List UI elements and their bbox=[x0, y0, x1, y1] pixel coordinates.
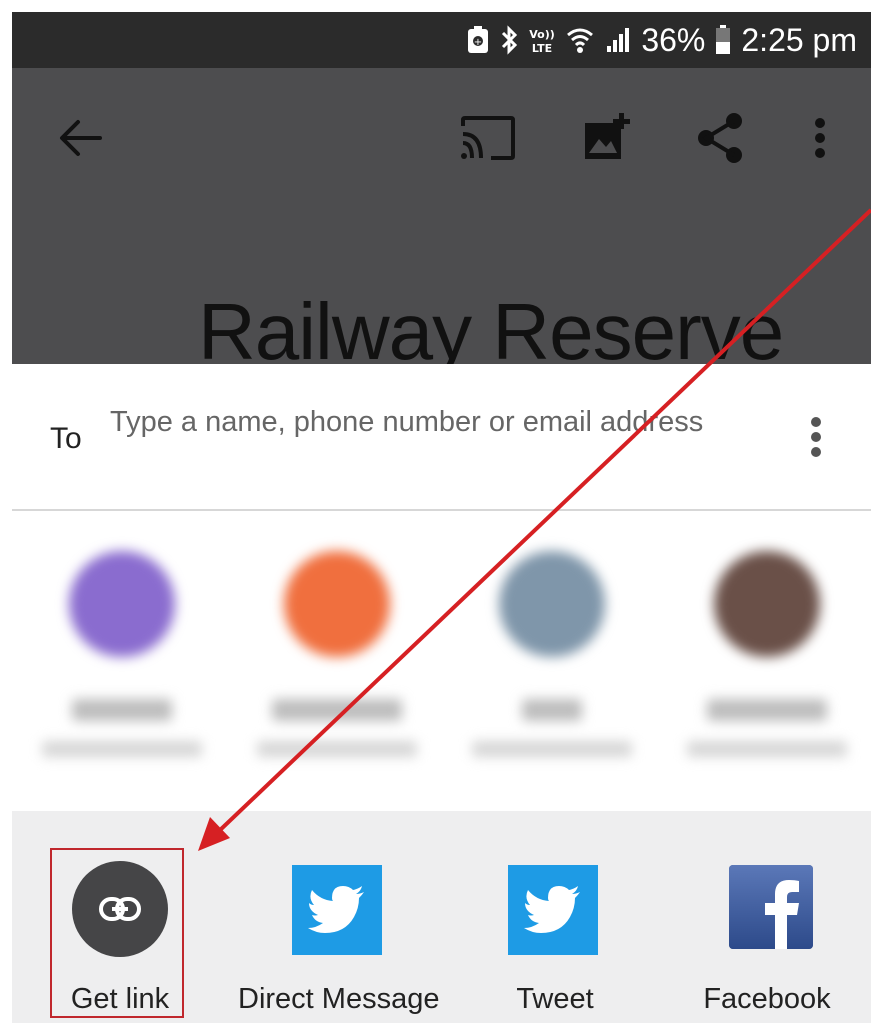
app-bar: Railway Reserve bbox=[12, 68, 871, 364]
svg-text:LTE: LTE bbox=[532, 42, 552, 55]
twitter-icon bbox=[508, 865, 598, 955]
contact-suggestion[interactable] bbox=[22, 551, 222, 791]
battery-percent: 36% bbox=[641, 21, 706, 58]
direct-message-target[interactable]: Direct Message bbox=[238, 851, 440, 1023]
avatar bbox=[714, 551, 820, 657]
contact-suggestion[interactable] bbox=[452, 551, 652, 791]
direct-message-label: Direct Message bbox=[238, 983, 440, 1015]
contact-name-blurred bbox=[707, 699, 827, 721]
recipient-row: To Type a name, phone number or email ad… bbox=[12, 364, 871, 510]
add-photo-icon[interactable] bbox=[576, 108, 636, 168]
facebook-target[interactable]: Facebook bbox=[667, 851, 867, 1023]
back-arrow-icon[interactable] bbox=[50, 108, 110, 168]
contact-detail-blurred bbox=[687, 741, 847, 757]
contact-suggestion[interactable] bbox=[667, 551, 867, 791]
recipient-input[interactable]: Type a name, phone number or email addre… bbox=[110, 402, 710, 442]
more-vert-icon[interactable] bbox=[790, 108, 850, 168]
avatar bbox=[69, 551, 175, 657]
battery-saver-icon: + bbox=[467, 26, 489, 54]
get-link-highlight-box bbox=[50, 848, 184, 1018]
contact-detail-blurred bbox=[472, 741, 632, 757]
suggested-contacts bbox=[12, 511, 871, 811]
svg-text:+: + bbox=[474, 37, 482, 48]
volte-icon: Vo)) LTE bbox=[529, 25, 556, 55]
tweet-label: Tweet bbox=[516, 983, 594, 1015]
signal-icon bbox=[605, 26, 631, 54]
status-icons: + Vo)) LTE 36% 2:25 pm bbox=[467, 12, 857, 68]
recipient-more-icon[interactable] bbox=[809, 414, 823, 460]
facebook-label: Facebook bbox=[703, 983, 831, 1015]
facebook-icon bbox=[729, 865, 813, 949]
twitter-icon bbox=[292, 865, 382, 955]
wifi-icon bbox=[565, 25, 595, 55]
contact-suggestion[interactable] bbox=[237, 551, 437, 791]
avatar bbox=[284, 551, 390, 657]
tweet-target[interactable]: Tweet bbox=[455, 851, 655, 1023]
avatar bbox=[499, 551, 605, 657]
bluetooth-icon bbox=[499, 25, 519, 55]
contact-name-blurred bbox=[272, 699, 402, 721]
document-title: Railway Reserve bbox=[198, 287, 784, 364]
contact-name-blurred bbox=[522, 699, 582, 721]
status-bar: + Vo)) LTE 36% 2:25 pm bbox=[12, 12, 871, 68]
contact-detail-blurred bbox=[42, 741, 202, 757]
contact-detail-blurred bbox=[257, 741, 417, 757]
cast-icon[interactable] bbox=[458, 108, 518, 168]
svg-text:Vo)): Vo)) bbox=[530, 28, 556, 41]
share-icon[interactable] bbox=[690, 108, 750, 168]
battery-icon bbox=[715, 25, 731, 55]
to-label: To bbox=[50, 422, 82, 455]
contact-name-blurred bbox=[72, 699, 172, 721]
clock: 2:25 pm bbox=[741, 21, 857, 58]
